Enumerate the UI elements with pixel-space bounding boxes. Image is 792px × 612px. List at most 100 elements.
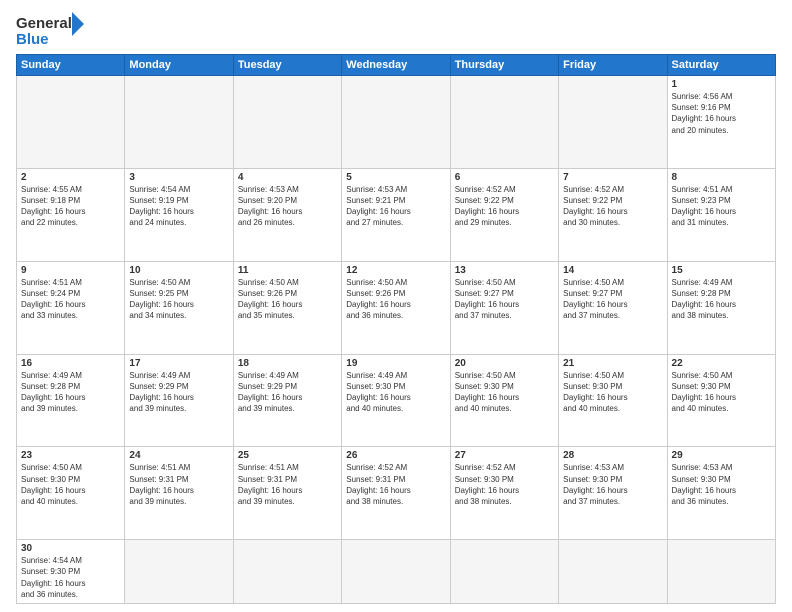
day-info: Sunrise: 4:50 AMSunset: 9:30 PMDaylight:…	[21, 462, 120, 507]
calendar-cell: 17Sunrise: 4:49 AMSunset: 9:29 PMDayligh…	[125, 354, 233, 447]
day-number: 28	[563, 450, 662, 461]
calendar-cell: 24Sunrise: 4:51 AMSunset: 9:31 PMDayligh…	[125, 447, 233, 540]
day-info: Sunrise: 4:55 AMSunset: 9:18 PMDaylight:…	[21, 184, 120, 229]
calendar-cell: 30Sunrise: 4:54 AMSunset: 9:30 PMDayligh…	[17, 540, 125, 604]
calendar-cell: 7Sunrise: 4:52 AMSunset: 9:22 PMDaylight…	[559, 168, 667, 261]
calendar-cell: 13Sunrise: 4:50 AMSunset: 9:27 PMDayligh…	[450, 261, 558, 354]
day-number: 21	[563, 358, 662, 369]
calendar-cell: 22Sunrise: 4:50 AMSunset: 9:30 PMDayligh…	[667, 354, 775, 447]
weekday-header-row: SundayMondayTuesdayWednesdayThursdayFrid…	[17, 55, 776, 76]
day-info: Sunrise: 4:51 AMSunset: 9:31 PMDaylight:…	[129, 462, 228, 507]
calendar-cell	[233, 540, 341, 604]
day-info: Sunrise: 4:50 AMSunset: 9:27 PMDaylight:…	[563, 277, 662, 322]
week-row-5: 23Sunrise: 4:50 AMSunset: 9:30 PMDayligh…	[17, 447, 776, 540]
week-row-3: 9Sunrise: 4:51 AMSunset: 9:24 PMDaylight…	[17, 261, 776, 354]
weekday-header-tuesday: Tuesday	[233, 55, 341, 76]
day-number: 9	[21, 265, 120, 276]
week-row-2: 2Sunrise: 4:55 AMSunset: 9:18 PMDaylight…	[17, 168, 776, 261]
calendar-cell: 15Sunrise: 4:49 AMSunset: 9:28 PMDayligh…	[667, 261, 775, 354]
weekday-header-sunday: Sunday	[17, 55, 125, 76]
day-info: Sunrise: 4:53 AMSunset: 9:20 PMDaylight:…	[238, 184, 337, 229]
weekday-header-monday: Monday	[125, 55, 233, 76]
day-info: Sunrise: 4:51 AMSunset: 9:24 PMDaylight:…	[21, 277, 120, 322]
calendar-cell	[342, 540, 450, 604]
day-number: 4	[238, 172, 337, 183]
day-info: Sunrise: 4:49 AMSunset: 9:29 PMDaylight:…	[129, 370, 228, 415]
calendar-cell: 4Sunrise: 4:53 AMSunset: 9:20 PMDaylight…	[233, 168, 341, 261]
calendar-cell: 23Sunrise: 4:50 AMSunset: 9:30 PMDayligh…	[17, 447, 125, 540]
calendar-cell: 20Sunrise: 4:50 AMSunset: 9:30 PMDayligh…	[450, 354, 558, 447]
day-number: 11	[238, 265, 337, 276]
day-info: Sunrise: 4:50 AMSunset: 9:26 PMDaylight:…	[346, 277, 445, 322]
calendar-cell	[667, 540, 775, 604]
day-number: 26	[346, 450, 445, 461]
day-info: Sunrise: 4:51 AMSunset: 9:31 PMDaylight:…	[238, 462, 337, 507]
calendar-cell: 6Sunrise: 4:52 AMSunset: 9:22 PMDaylight…	[450, 168, 558, 261]
calendar-cell	[559, 76, 667, 169]
day-number: 30	[21, 543, 120, 554]
day-info: Sunrise: 4:50 AMSunset: 9:25 PMDaylight:…	[129, 277, 228, 322]
calendar-cell: 25Sunrise: 4:51 AMSunset: 9:31 PMDayligh…	[233, 447, 341, 540]
day-info: Sunrise: 4:54 AMSunset: 9:19 PMDaylight:…	[129, 184, 228, 229]
calendar-cell: 21Sunrise: 4:50 AMSunset: 9:30 PMDayligh…	[559, 354, 667, 447]
calendar-cell: 2Sunrise: 4:55 AMSunset: 9:18 PMDaylight…	[17, 168, 125, 261]
day-number: 3	[129, 172, 228, 183]
calendar-cell: 3Sunrise: 4:54 AMSunset: 9:19 PMDaylight…	[125, 168, 233, 261]
calendar-cell	[450, 540, 558, 604]
day-info: Sunrise: 4:52 AMSunset: 9:31 PMDaylight:…	[346, 462, 445, 507]
day-number: 7	[563, 172, 662, 183]
calendar-cell: 9Sunrise: 4:51 AMSunset: 9:24 PMDaylight…	[17, 261, 125, 354]
day-number: 23	[21, 450, 120, 461]
day-info: Sunrise: 4:50 AMSunset: 9:27 PMDaylight:…	[455, 277, 554, 322]
weekday-header-friday: Friday	[559, 55, 667, 76]
calendar-table: SundayMondayTuesdayWednesdayThursdayFrid…	[16, 54, 776, 604]
week-row-6: 30Sunrise: 4:54 AMSunset: 9:30 PMDayligh…	[17, 540, 776, 604]
day-info: Sunrise: 4:52 AMSunset: 9:22 PMDaylight:…	[563, 184, 662, 229]
calendar-cell: 12Sunrise: 4:50 AMSunset: 9:26 PMDayligh…	[342, 261, 450, 354]
calendar-cell: 11Sunrise: 4:50 AMSunset: 9:26 PMDayligh…	[233, 261, 341, 354]
day-info: Sunrise: 4:56 AMSunset: 9:16 PMDaylight:…	[672, 91, 771, 136]
weekday-header-saturday: Saturday	[667, 55, 775, 76]
calendar-cell: 28Sunrise: 4:53 AMSunset: 9:30 PMDayligh…	[559, 447, 667, 540]
day-number: 1	[672, 79, 771, 90]
calendar-cell: 18Sunrise: 4:49 AMSunset: 9:29 PMDayligh…	[233, 354, 341, 447]
page: GeneralBlue SundayMondayTuesdayWednesday…	[0, 0, 792, 612]
day-info: Sunrise: 4:53 AMSunset: 9:30 PMDaylight:…	[672, 462, 771, 507]
calendar-cell	[450, 76, 558, 169]
day-number: 29	[672, 450, 771, 461]
day-number: 22	[672, 358, 771, 369]
day-info: Sunrise: 4:49 AMSunset: 9:28 PMDaylight:…	[672, 277, 771, 322]
calendar-cell	[125, 540, 233, 604]
day-number: 8	[672, 172, 771, 183]
calendar-cell	[233, 76, 341, 169]
day-number: 14	[563, 265, 662, 276]
day-info: Sunrise: 4:53 AMSunset: 9:21 PMDaylight:…	[346, 184, 445, 229]
svg-text:General: General	[16, 15, 72, 32]
day-number: 13	[455, 265, 554, 276]
day-number: 27	[455, 450, 554, 461]
week-row-4: 16Sunrise: 4:49 AMSunset: 9:28 PMDayligh…	[17, 354, 776, 447]
svg-text:Blue: Blue	[16, 31, 49, 48]
day-number: 5	[346, 172, 445, 183]
day-number: 20	[455, 358, 554, 369]
day-info: Sunrise: 4:53 AMSunset: 9:30 PMDaylight:…	[563, 462, 662, 507]
day-info: Sunrise: 4:50 AMSunset: 9:26 PMDaylight:…	[238, 277, 337, 322]
calendar-cell	[342, 76, 450, 169]
logo: GeneralBlue	[16, 12, 86, 48]
day-info: Sunrise: 4:50 AMSunset: 9:30 PMDaylight:…	[563, 370, 662, 415]
weekday-header-wednesday: Wednesday	[342, 55, 450, 76]
day-info: Sunrise: 4:51 AMSunset: 9:23 PMDaylight:…	[672, 184, 771, 229]
day-number: 24	[129, 450, 228, 461]
calendar-cell: 16Sunrise: 4:49 AMSunset: 9:28 PMDayligh…	[17, 354, 125, 447]
day-number: 17	[129, 358, 228, 369]
day-info: Sunrise: 4:50 AMSunset: 9:30 PMDaylight:…	[672, 370, 771, 415]
calendar-cell: 27Sunrise: 4:52 AMSunset: 9:30 PMDayligh…	[450, 447, 558, 540]
day-info: Sunrise: 4:54 AMSunset: 9:30 PMDaylight:…	[21, 555, 120, 600]
day-info: Sunrise: 4:50 AMSunset: 9:30 PMDaylight:…	[455, 370, 554, 415]
header: GeneralBlue	[16, 12, 776, 48]
day-number: 15	[672, 265, 771, 276]
day-number: 19	[346, 358, 445, 369]
day-number: 6	[455, 172, 554, 183]
week-row-1: 1Sunrise: 4:56 AMSunset: 9:16 PMDaylight…	[17, 76, 776, 169]
calendar-cell	[559, 540, 667, 604]
